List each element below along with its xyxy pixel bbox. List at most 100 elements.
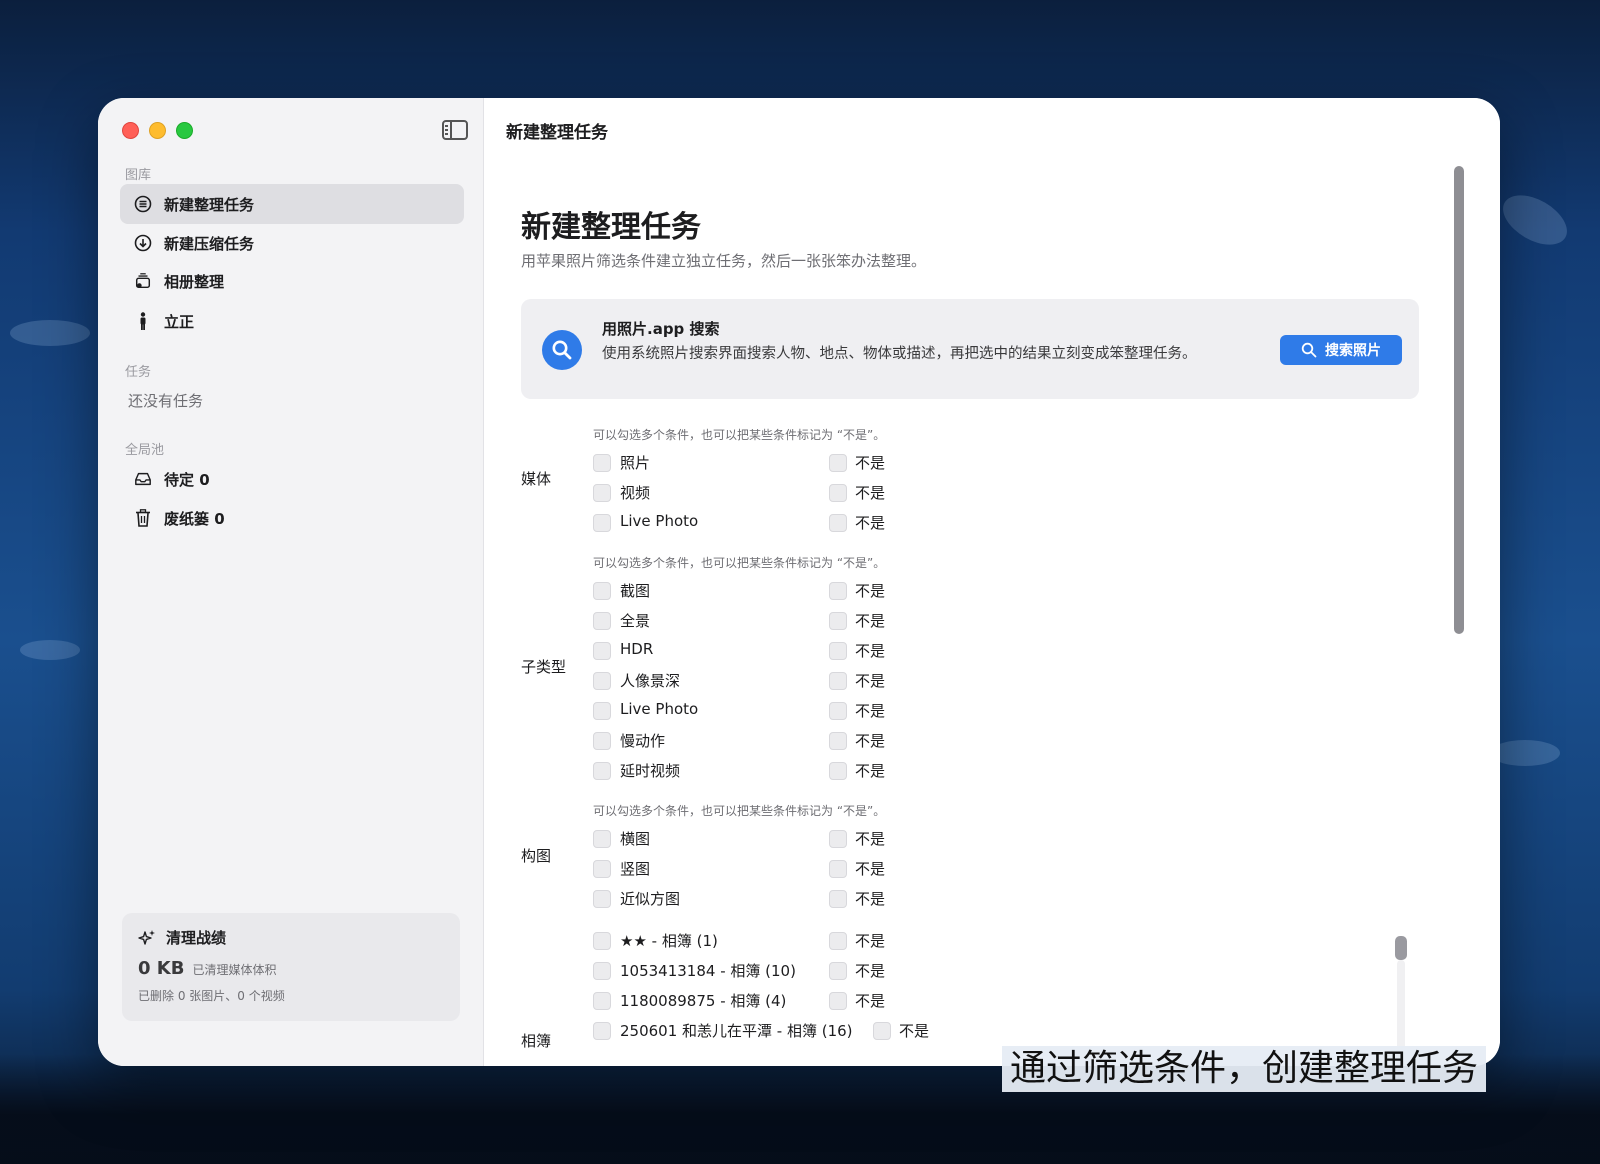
not-label: 不是 bbox=[855, 612, 886, 630]
download-circle-icon bbox=[134, 234, 152, 252]
sidebar-item-album-organize[interactable]: 相册整理 bbox=[120, 261, 464, 301]
filter-checkbox[interactable] bbox=[593, 702, 611, 720]
not-checkbox[interactable] bbox=[829, 830, 847, 848]
filter-checkbox[interactable] bbox=[593, 932, 611, 950]
filter-row: 竖图 不是 bbox=[593, 858, 993, 880]
albums-scrollbar-thumb[interactable] bbox=[1395, 936, 1407, 960]
close-window-button[interactable] bbox=[122, 122, 139, 139]
filter-row: 照片 不是 bbox=[593, 452, 993, 474]
search-photos-button[interactable]: 搜索照片 bbox=[1280, 335, 1402, 365]
filter-option-label: HDR bbox=[620, 640, 654, 658]
filter-checkbox[interactable] bbox=[593, 514, 611, 532]
inbox-tray-icon bbox=[134, 470, 152, 488]
filter-option-label: 人像景深 bbox=[620, 672, 681, 690]
filter-checkbox[interactable] bbox=[593, 672, 611, 690]
not-label: 不是 bbox=[855, 582, 886, 600]
not-label: 不是 bbox=[899, 1022, 930, 1040]
not-checkbox[interactable] bbox=[829, 860, 847, 878]
not-label: 不是 bbox=[855, 454, 886, 472]
not-checkbox[interactable] bbox=[873, 1022, 891, 1040]
main-scrollbar-thumb[interactable] bbox=[1454, 166, 1464, 634]
filter-option-label: 延时视频 bbox=[620, 762, 681, 780]
filter-checkbox[interactable] bbox=[593, 454, 611, 472]
filter-checkbox[interactable] bbox=[593, 762, 611, 780]
filter-hint: 可以勾选多个条件，也可以把某些条件标记为 “不是”。 bbox=[593, 428, 886, 442]
group-label-albums: 相簿 bbox=[521, 1032, 552, 1050]
filter-row: ★★ - 相簿 (1) 不是 bbox=[593, 930, 993, 952]
sidebar-item-new-compress-task[interactable]: 新建压缩任务 bbox=[120, 223, 464, 263]
filter-option-label: ★★ - 相簿 (1) bbox=[620, 932, 718, 950]
sidebar-item-trash[interactable]: 废纸篓 0 bbox=[120, 498, 464, 538]
filter-checkbox[interactable] bbox=[593, 992, 611, 1010]
toolbar-title: 新建整理任务 bbox=[506, 123, 608, 143]
not-checkbox[interactable] bbox=[829, 992, 847, 1010]
section-label-library: 图库 bbox=[125, 168, 152, 183]
main-content: 新建整理任务 新建整理任务 用苹果照片筛选条件建立独立任务，然后一张张笨办法整理… bbox=[484, 98, 1500, 1066]
search-card-title: 用照片.app 搜索 bbox=[602, 320, 720, 338]
filter-hint: 可以勾选多个条件，也可以把某些条件标记为 “不是”。 bbox=[593, 556, 886, 570]
filter-option-label: 近似方图 bbox=[620, 890, 681, 908]
filter-option-label: 竖图 bbox=[620, 860, 651, 878]
filter-checkbox[interactable] bbox=[593, 860, 611, 878]
not-checkbox[interactable] bbox=[829, 890, 847, 908]
not-checkbox[interactable] bbox=[829, 582, 847, 600]
filter-row: 1180089875 - 相簿 (4) 不是 bbox=[593, 990, 993, 1012]
sidebar-item-label: 新建压缩任务 bbox=[164, 234, 255, 253]
not-checkbox[interactable] bbox=[829, 702, 847, 720]
filter-checkbox[interactable] bbox=[593, 962, 611, 980]
section-label-global-pool: 全局池 bbox=[125, 443, 165, 458]
filter-row: 延时视频 不是 bbox=[593, 760, 993, 782]
not-checkbox[interactable] bbox=[829, 484, 847, 502]
not-checkbox[interactable] bbox=[829, 932, 847, 950]
not-label: 不是 bbox=[855, 672, 886, 690]
not-checkbox[interactable] bbox=[829, 962, 847, 980]
magnifier-icon bbox=[1301, 342, 1317, 358]
sidebar-item-new-organize-task[interactable]: 新建整理任务 bbox=[120, 184, 464, 224]
sidebar-item-pending[interactable]: 待定 0 bbox=[120, 459, 464, 499]
not-checkbox[interactable] bbox=[829, 672, 847, 690]
photos-search-card: 用照片.app 搜索 使用系统照片搜索界面搜索人物、地点、物体或描述，再把选中的… bbox=[521, 299, 1419, 399]
not-checkbox[interactable] bbox=[829, 762, 847, 780]
video-caption: 通过筛选条件，创建整理任务 bbox=[1002, 1046, 1487, 1092]
filter-checkbox[interactable] bbox=[593, 582, 611, 600]
sidebar: 图库 新建整理任务 新建压缩任务 相册整理 立正 任务 还没有任务 全局池 待定… bbox=[98, 98, 484, 1066]
filter-row: 1053413184 - 相簿 (10) 不是 bbox=[593, 960, 993, 982]
filter-checkbox[interactable] bbox=[593, 612, 611, 630]
filter-checkbox[interactable] bbox=[593, 642, 611, 660]
not-label: 不是 bbox=[855, 732, 886, 750]
filter-checkbox[interactable] bbox=[593, 732, 611, 750]
filter-checkbox[interactable] bbox=[593, 484, 611, 502]
filter-hint: 可以勾选多个条件，也可以把某些条件标记为 “不是”。 bbox=[593, 804, 886, 818]
sidebar-item-label: 相册整理 bbox=[164, 272, 225, 291]
minimize-window-button[interactable] bbox=[149, 122, 166, 139]
not-label: 不是 bbox=[855, 762, 886, 780]
not-checkbox[interactable] bbox=[829, 454, 847, 472]
filter-row: Live Photo 不是 bbox=[593, 512, 993, 534]
filter-row: 截图 不是 bbox=[593, 580, 993, 602]
background-fish bbox=[20, 640, 80, 660]
filter-row: 人像景深 不是 bbox=[593, 670, 993, 692]
albums-scroll-track[interactable] bbox=[1397, 960, 1405, 1050]
filter-checkbox[interactable] bbox=[593, 1022, 611, 1040]
sidebar-toggle-icon[interactable] bbox=[442, 120, 468, 140]
page-subtitle: 用苹果照片筛选条件建立独立任务，然后一张张笨办法整理。 bbox=[521, 252, 927, 270]
window-controls bbox=[122, 122, 193, 139]
empty-tasks-message: 还没有任务 bbox=[128, 392, 204, 410]
background-fish bbox=[1490, 740, 1560, 766]
filter-option-label: 视频 bbox=[620, 484, 651, 502]
not-checkbox[interactable] bbox=[829, 732, 847, 750]
stats-size-caption: 已清理媒体体积 bbox=[192, 963, 277, 977]
not-checkbox[interactable] bbox=[829, 642, 847, 660]
filter-checkbox[interactable] bbox=[593, 830, 611, 848]
album-stack-icon bbox=[134, 272, 152, 290]
filter-checkbox[interactable] bbox=[593, 890, 611, 908]
not-label: 不是 bbox=[855, 702, 886, 720]
zoom-window-button[interactable] bbox=[176, 122, 193, 139]
not-checkbox[interactable] bbox=[829, 612, 847, 630]
sidebar-item-stand-straight[interactable]: 立正 bbox=[120, 301, 464, 341]
not-label: 不是 bbox=[855, 932, 886, 950]
filter-option-label: 250601 和恙儿在平潭 - 相簿 (16) bbox=[620, 1022, 853, 1040]
not-checkbox[interactable] bbox=[829, 514, 847, 532]
filter-row: HDR 不是 bbox=[593, 640, 993, 662]
group-label-subtype: 子类型 bbox=[521, 658, 567, 676]
